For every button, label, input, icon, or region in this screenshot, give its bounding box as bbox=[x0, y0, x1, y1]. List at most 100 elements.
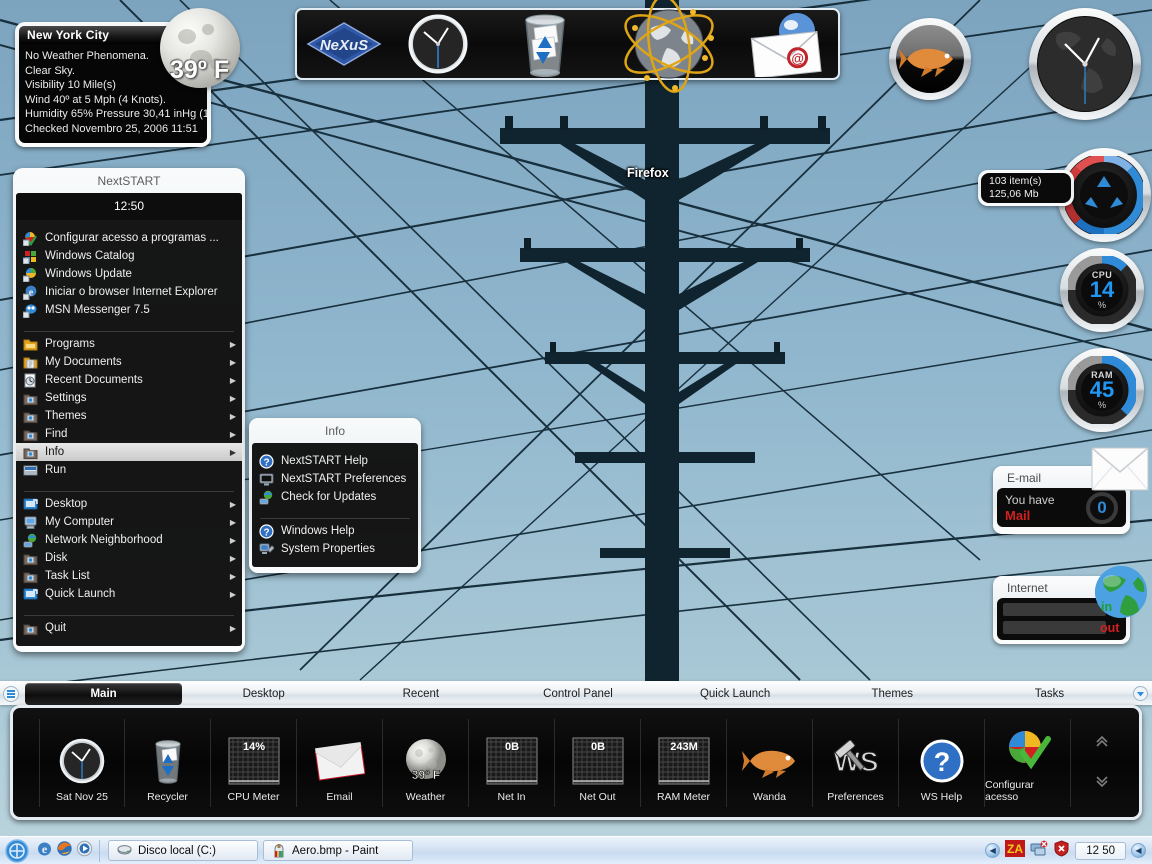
dock-item-sat-nov-25[interactable]: Sat Nov 25 bbox=[39, 718, 125, 807]
taskbar-button-disco-local-c-[interactable]: Disco local (C:) bbox=[108, 840, 258, 861]
taskbar-clock[interactable]: 12 50 bbox=[1075, 841, 1126, 860]
menu-item-recent-documents[interactable]: Recent Documents ▶ bbox=[16, 371, 242, 389]
svg-text:243M: 243M bbox=[670, 741, 698, 753]
submenu-arrow-icon: ▶ bbox=[229, 623, 236, 633]
firefox-icon[interactable] bbox=[56, 840, 73, 862]
menu-item-configurar-acesso-a-programas[interactable]: Configurar acesso a programas ... bbox=[16, 229, 242, 247]
submenu-arrow-icon: ▶ bbox=[229, 535, 236, 545]
desktop-icon-label-firefox[interactable]: Firefox bbox=[627, 166, 669, 180]
email-envelope-icon[interactable]: @ bbox=[734, 10, 838, 78]
recycler-info-pill: 103 item(s) 125,06 Mb bbox=[978, 170, 1074, 206]
menu-item-label: Windows Update bbox=[45, 268, 132, 280]
menu-item-run[interactable]: Run bbox=[16, 461, 242, 479]
info-submenu[interactable]: Info ? NextSTART Help NextSTART Preference… bbox=[249, 418, 421, 573]
quick-launch-bar[interactable]: e bbox=[36, 839, 100, 862]
menu-item-find[interactable]: Find ▶ bbox=[16, 425, 242, 443]
menu-item-quick-launch[interactable]: Quick Launch ▶ bbox=[16, 585, 242, 603]
wanda-fish-widget[interactable] bbox=[889, 18, 971, 100]
net-graph-icon: 0B bbox=[572, 736, 624, 786]
dock-item-net-in[interactable]: 0B Net In bbox=[469, 718, 555, 807]
dock-item-ram-meter[interactable]: 243M RAM Meter bbox=[641, 718, 727, 807]
tab-desktop[interactable]: Desktop bbox=[185, 683, 342, 705]
scroll-up-icon[interactable] bbox=[1095, 734, 1109, 752]
menu-item-disk[interactable]: Disk ▶ bbox=[16, 549, 242, 567]
svg-text:?: ? bbox=[933, 747, 950, 777]
menu-item-quit[interactable]: Quit ▶ bbox=[16, 619, 242, 637]
dock-item-weather[interactable]: 39º F Weather bbox=[383, 718, 469, 807]
dock-item-preferences[interactable]: WS Preferences bbox=[813, 718, 899, 807]
menu-item-iniciar-o-browser-internet-explorer[interactable]: e Iniciar o browser Internet Explorer bbox=[16, 283, 242, 301]
taskbar-button-aero-bmp-paint[interactable]: Aero.bmp - Paint bbox=[263, 840, 413, 861]
menu-item-check-for-updates[interactable]: Check for Updates bbox=[252, 488, 418, 506]
menu-item-label: Find bbox=[45, 428, 68, 440]
menu-item-settings[interactable]: Settings ▶ bbox=[16, 389, 242, 407]
ram-graph-icon: 243M bbox=[658, 736, 710, 786]
envelope-icon bbox=[1091, 447, 1149, 496]
dock-item-email[interactable]: Email bbox=[297, 718, 383, 807]
menu-item-label: Info bbox=[45, 446, 65, 458]
start-orb-icon[interactable] bbox=[2, 838, 32, 863]
menu-item-my-documents[interactable]: My Documents ▶ bbox=[16, 353, 242, 371]
menu-item-nextstart-help[interactable]: ? NextSTART Help bbox=[252, 452, 418, 470]
dock-item-configurar-acesso[interactable]: Configurar acesso bbox=[985, 718, 1071, 807]
cpu-meter-widget[interactable]: CPU 14 % bbox=[1060, 248, 1144, 332]
tab-quick-launch[interactable]: Quick Launch bbox=[657, 683, 814, 705]
nexus-logo-icon[interactable]: NeXuS bbox=[297, 10, 391, 78]
dock-tabbar[interactable]: Main Desktop Recent Control Panel Quick Laun… bbox=[0, 681, 1152, 705]
internet-out-label: out bbox=[1100, 621, 1120, 635]
menu-item-desktop[interactable]: Desktop ▶ bbox=[16, 495, 242, 513]
menu-item-programs[interactable]: Programs ▶ bbox=[16, 335, 242, 353]
preferences-monitor-icon bbox=[259, 472, 274, 487]
dock-item-ws-help[interactable]: ? WS Help bbox=[899, 718, 985, 807]
svg-text:39º F: 39º F bbox=[411, 768, 439, 782]
show-desktop-icon[interactable]: ◀ bbox=[1131, 843, 1146, 858]
network-connection-icon[interactable] bbox=[1030, 840, 1048, 862]
recycle-bin-icon[interactable] bbox=[486, 10, 605, 78]
menu-item-network-neighborhood[interactable]: Network Neighborhood ▶ bbox=[16, 531, 242, 549]
windows-taskbar[interactable]: e Disco local (C:) Aero.bmp - Paint ◀ ZA … bbox=[0, 836, 1152, 864]
menu-item-my-computer[interactable]: My Computer ▶ bbox=[16, 513, 242, 531]
menu-item-windows-catalog[interactable]: Windows Catalog bbox=[16, 247, 242, 265]
submenu-arrow-icon: ▶ bbox=[229, 411, 236, 421]
tab-themes[interactable]: Themes bbox=[814, 683, 971, 705]
menu-item-windows-help[interactable]: ? Windows Help bbox=[252, 522, 418, 540]
media-player-icon[interactable] bbox=[76, 840, 93, 862]
tab-recent[interactable]: Recent bbox=[342, 683, 499, 705]
nextstart-menu[interactable]: NextSTART 12:50 Configurar acesso a prog… bbox=[13, 168, 245, 652]
security-shield-icon[interactable] bbox=[1053, 839, 1070, 862]
menu-item-info[interactable]: Info ▶ bbox=[16, 443, 242, 461]
dock-item-wanda[interactable]: Wanda bbox=[727, 718, 813, 807]
menu-item-system-properties[interactable]: System Properties bbox=[252, 540, 418, 558]
zonealarm-icon[interactable]: ZA bbox=[1005, 839, 1026, 862]
menu-item-themes[interactable]: Themes ▶ bbox=[16, 407, 242, 425]
network-globe-icon[interactable] bbox=[605, 0, 734, 93]
submenu-arrow-icon: ▶ bbox=[229, 339, 236, 349]
menu-item-windows-update[interactable]: Windows Update bbox=[16, 265, 242, 283]
tab-control-panel[interactable]: Control Panel bbox=[499, 683, 656, 705]
nexus-dock[interactable]: NeXuS @ bbox=[295, 0, 840, 93]
chevron-down-icon[interactable] bbox=[1128, 686, 1152, 701]
menu-item-label: System Properties bbox=[281, 543, 375, 555]
tab-tasks[interactable]: Tasks bbox=[971, 683, 1128, 705]
world-clock-widget[interactable] bbox=[1029, 8, 1141, 120]
submenu-arrow-icon: ▶ bbox=[229, 517, 236, 527]
hamburger-menu-icon[interactable] bbox=[0, 685, 22, 702]
scroll-down-icon[interactable] bbox=[1095, 774, 1109, 792]
dock-panel[interactable]: Sat Nov 25 Recycler 14% CPU Meter Email 39º F… bbox=[10, 705, 1142, 820]
internet-explorer-icon[interactable]: e bbox=[36, 840, 53, 862]
tab-main[interactable]: Main bbox=[25, 682, 183, 705]
dock-item-net-out[interactable]: 0B Net Out bbox=[555, 718, 641, 807]
tray-expand-icon[interactable]: ◀ bbox=[985, 843, 1001, 858]
menu-item-task-list[interactable]: Task List ▶ bbox=[16, 567, 242, 585]
dock-item-recycler[interactable]: Recycler bbox=[125, 718, 211, 807]
analog-clock-icon[interactable] bbox=[391, 10, 485, 78]
menu-item-nextstart-preferences[interactable]: NextSTART Preferences bbox=[252, 470, 418, 488]
dock-item-cpu-meter[interactable]: 14% CPU Meter bbox=[211, 718, 297, 807]
system-tray[interactable]: ◀ ZA 12 50 ◀ bbox=[985, 839, 1150, 862]
menu-item-msn-messenger-7-5[interactable]: MSN Messenger 7.5 bbox=[16, 301, 242, 319]
clock-icon bbox=[59, 736, 105, 786]
envelope-icon bbox=[314, 736, 365, 786]
windows-update-icon bbox=[22, 267, 38, 282]
settings-icon bbox=[23, 391, 38, 406]
ram-meter-widget[interactable]: RAM 45 % bbox=[1060, 348, 1144, 432]
